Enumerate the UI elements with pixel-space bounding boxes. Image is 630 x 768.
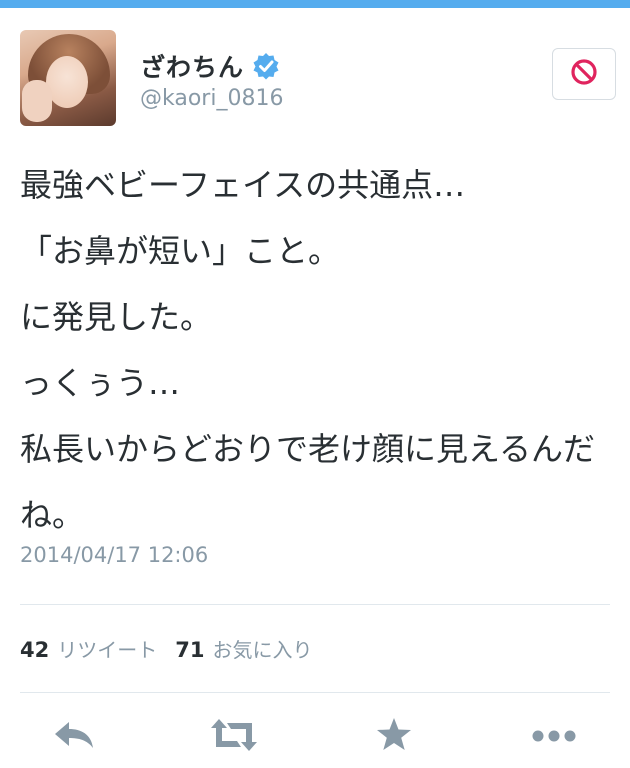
top-accent-bar bbox=[0, 0, 630, 8]
verified-icon bbox=[252, 52, 280, 80]
tweet-line: 「お鼻が短い」こと。 bbox=[20, 232, 341, 270]
retweet-button[interactable] bbox=[206, 712, 262, 762]
block-button[interactable] bbox=[552, 48, 616, 100]
favorite-icon bbox=[374, 715, 414, 759]
reply-button[interactable] bbox=[46, 712, 102, 762]
favorite-label[interactable]: お気に入り bbox=[212, 634, 312, 663]
reply-icon bbox=[51, 718, 97, 756]
tweet-stats: 42 リツイート 71 お気に入り bbox=[20, 634, 330, 663]
favorite-count[interactable]: 71 bbox=[175, 638, 204, 662]
tweet-actions bbox=[0, 712, 630, 762]
tweet-line: っくぅう… bbox=[20, 364, 181, 402]
tweet-line: 最強ベビーフェイスの共通点… bbox=[20, 166, 466, 204]
display-name[interactable]: ざわちん bbox=[140, 48, 244, 84]
retweet-count[interactable]: 42 bbox=[20, 638, 49, 662]
tweet-text: 最強ベビーフェイスの共通点… 「お鼻が短い」こと。 に発見した。 っくぅう… 私… bbox=[20, 152, 610, 548]
tweet-line: 私長いからどおりで老け顔に見えるんだね。 bbox=[20, 430, 596, 534]
divider bbox=[20, 604, 610, 605]
tweet-header: ざわちん @kaori_0816 bbox=[20, 30, 616, 130]
retweet-label[interactable]: リツイート bbox=[57, 634, 157, 663]
user-name-row: ざわちん bbox=[140, 48, 280, 84]
divider bbox=[20, 692, 610, 693]
favorite-button[interactable] bbox=[366, 712, 422, 762]
tweet-timestamp[interactable]: 2014/04/17 12:06 bbox=[20, 543, 208, 567]
block-icon bbox=[569, 57, 599, 91]
user-handle[interactable]: @kaori_0816 bbox=[140, 86, 283, 111]
retweet-icon bbox=[207, 717, 261, 757]
more-icon bbox=[530, 728, 578, 747]
more-button[interactable] bbox=[526, 712, 582, 762]
avatar[interactable] bbox=[20, 30, 116, 126]
tweet-line: に発見した。 bbox=[20, 298, 213, 336]
